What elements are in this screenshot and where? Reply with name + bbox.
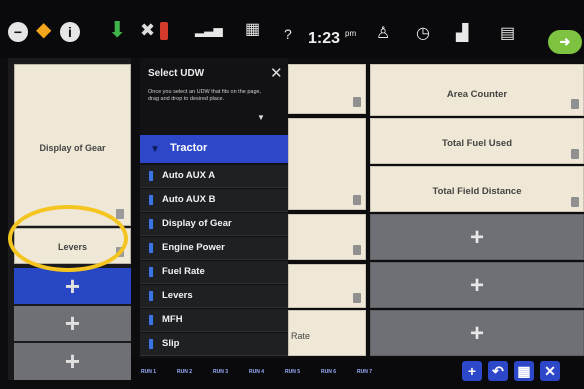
- display-of-gear-tile[interactable]: Display of Gear: [14, 64, 131, 226]
- download-arrow-icon[interactable]: ⬇: [108, 18, 126, 42]
- info-icon[interactable]: i: [60, 22, 80, 42]
- middle-tile[interactable]: [288, 64, 366, 114]
- user-icon[interactable]: ♙: [376, 22, 390, 46]
- category-tractor[interactable]: ▼ Tractor: [140, 135, 288, 163]
- clock: 1:23: [308, 30, 341, 47]
- drag-handle-icon: [149, 267, 153, 277]
- trash-icon[interactable]: [116, 247, 124, 257]
- signal-icon[interactable]: ▂▃▅: [195, 18, 223, 42]
- select-udw-panel: Select UDW ✕ Once you select an UDW that…: [140, 58, 288, 358]
- udw-panel-title: Select UDW: [148, 68, 205, 79]
- add-tile[interactable]: +: [14, 306, 131, 341]
- drag-handle-icon: [149, 219, 153, 229]
- chevron-down-icon: ▼: [150, 144, 160, 155]
- udw-description: Once you select an UDW that fits on the …: [148, 89, 262, 102]
- run-tab[interactable]: RUN 5: [285, 369, 300, 375]
- run-tab[interactable]: RUN 4: [249, 369, 264, 375]
- total-fuel-used-label: Total Fuel Used: [441, 138, 513, 149]
- empty-tile-add[interactable]: +: [370, 214, 584, 260]
- layout-button[interactable]: ▦: [514, 361, 534, 381]
- trash-icon[interactable]: [116, 209, 124, 219]
- udw-item-label: Fuel Rate: [162, 266, 205, 277]
- trash-icon[interactable]: [571, 99, 579, 109]
- close-icon[interactable]: ✕: [270, 64, 283, 82]
- run-tab[interactable]: RUN 7: [357, 369, 372, 375]
- middle-tile[interactable]: [288, 214, 366, 260]
- drag-handle-icon: [149, 315, 153, 325]
- trash-icon[interactable]: [353, 97, 361, 107]
- add-button[interactable]: +: [462, 361, 482, 381]
- udw-list-item[interactable]: MFH: [140, 309, 288, 332]
- minus-circle-icon[interactable]: −: [8, 22, 28, 42]
- trash-icon[interactable]: [571, 149, 579, 159]
- help-icon[interactable]: ?: [284, 22, 292, 46]
- add-tile-selected[interactable]: +: [14, 268, 131, 304]
- grid-icon[interactable]: ▦: [245, 18, 260, 42]
- drag-handle-icon: [149, 339, 153, 349]
- empty-tile-add[interactable]: +: [370, 310, 584, 356]
- total-fuel-used-tile[interactable]: Total Fuel Used: [370, 118, 584, 164]
- middle-tile[interactable]: [288, 118, 366, 210]
- clock-suffix: pm: [345, 29, 357, 38]
- display-screen: − ◆ i ⬇ ✖ ▂▃▅ ▦ ? 1:23 pm ♙ ◷ ▟ ▤ ➜ Disp…: [0, 0, 584, 389]
- field-icon[interactable]: ▤: [500, 22, 515, 46]
- run-page-bar: RUN 1 RUN 2 RUN 3 RUN 4 RUN 5 RUN 6 RUN …: [131, 358, 584, 389]
- run-tab[interactable]: RUN 1: [141, 369, 156, 375]
- total-field-distance-tile[interactable]: Total Field Distance: [370, 166, 584, 212]
- middle-tile[interactable]: [288, 264, 366, 308]
- chevron-down-icon[interactable]: ▼: [257, 113, 265, 122]
- udw-list-item[interactable]: Levers: [140, 285, 288, 308]
- bar-chart-icon[interactable]: ▟: [456, 22, 468, 46]
- status-red-indicator: [160, 22, 168, 40]
- udw-item-label: Levers: [162, 290, 193, 301]
- empty-tile-add[interactable]: +: [370, 262, 584, 308]
- udw-list-item[interactable]: Fuel Rate: [140, 261, 288, 284]
- udw-list-item[interactable]: Display of Gear: [140, 213, 288, 236]
- udw-item-label: Auto AUX A: [162, 170, 216, 181]
- warning-diamond-icon[interactable]: ◆: [36, 18, 51, 42]
- udw-item-label: Display of Gear: [162, 218, 232, 229]
- trash-icon[interactable]: [571, 197, 579, 207]
- close-button[interactable]: ✕: [540, 361, 560, 381]
- drag-handle-icon: [149, 291, 153, 301]
- drag-handle-icon: [149, 171, 153, 181]
- drag-handle-icon: [149, 243, 153, 253]
- gauge-icon[interactable]: ◷: [416, 22, 430, 46]
- total-field-distance-label: Total Field Distance: [432, 186, 522, 197]
- trash-icon[interactable]: [353, 245, 361, 255]
- udw-list-item[interactable]: Auto AUX B: [140, 189, 288, 212]
- go-button-icon[interactable]: ➜: [548, 30, 582, 54]
- trash-icon[interactable]: [353, 293, 361, 303]
- rate-label-fragment: Rate: [291, 331, 311, 341]
- levers-tile[interactable]: Levers: [14, 228, 131, 264]
- add-tile[interactable]: +: [14, 343, 131, 380]
- udw-list-item[interactable]: Engine Power: [140, 237, 288, 260]
- udw-item-label: Slip: [162, 338, 180, 349]
- drag-handle-icon: [149, 195, 153, 205]
- run-tab[interactable]: RUN 2: [177, 369, 192, 375]
- udw-item-label: Auto AUX B: [162, 194, 216, 205]
- trash-icon[interactable]: [353, 195, 361, 205]
- levers-label: Levers: [57, 242, 88, 252]
- display-of-gear-label: Display of Gear: [39, 143, 106, 153]
- udw-item-label: Engine Power: [162, 242, 225, 253]
- area-counter-tile[interactable]: Area Counter: [370, 64, 584, 116]
- category-label: Tractor: [170, 142, 208, 154]
- middle-tile[interactable]: Rate: [288, 310, 366, 356]
- left-layout-column: Display of Gear Levers + + +: [8, 58, 131, 380]
- undo-button[interactable]: ↶: [488, 361, 508, 381]
- area-counter-label: Area Counter: [446, 89, 508, 100]
- status-bar: − ◆ i ⬇ ✖ ▂▃▅ ▦ ? 1:23 pm ♙ ◷ ▟ ▤ ➜: [0, 0, 584, 58]
- run-tab[interactable]: RUN 3: [213, 369, 228, 375]
- udw-list-item[interactable]: Slip: [140, 333, 288, 356]
- run-tab[interactable]: RUN 6: [321, 369, 336, 375]
- udw-list-item[interactable]: Auto AUX A: [140, 165, 288, 188]
- wrench-warning-icon[interactable]: ✖: [140, 18, 155, 42]
- udw-item-label: MFH: [162, 314, 183, 325]
